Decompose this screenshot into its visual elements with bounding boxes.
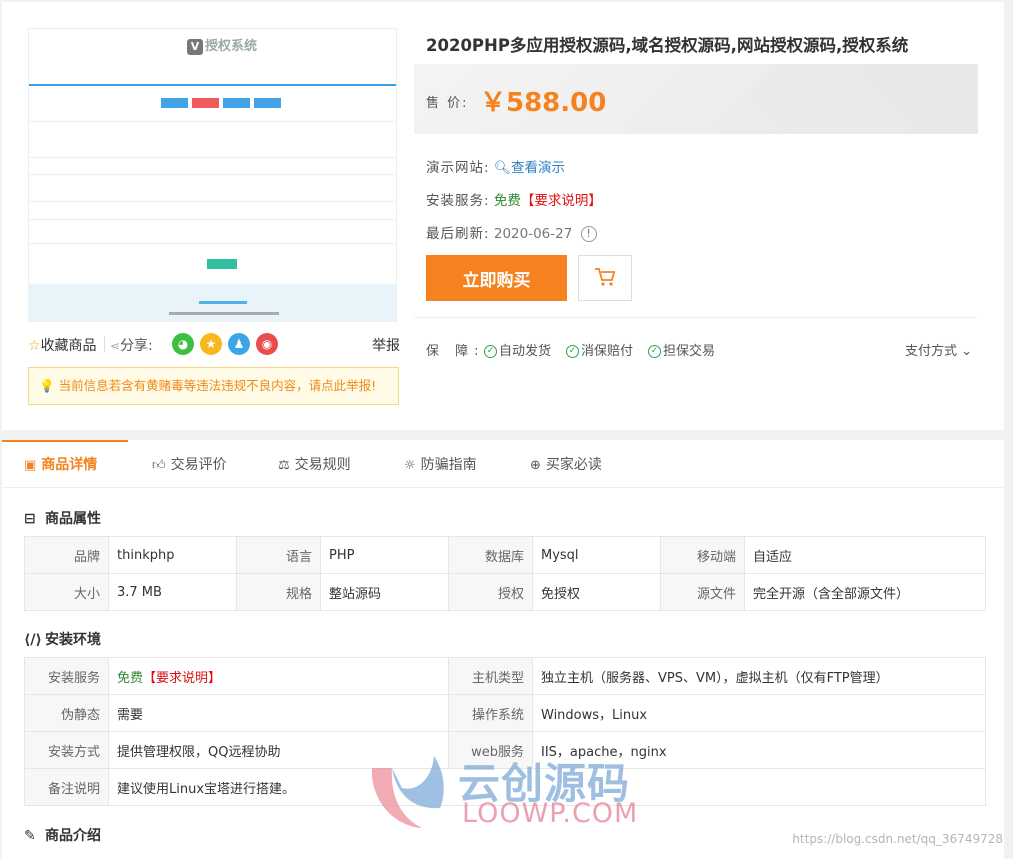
check-icon: ✓ <box>484 345 497 358</box>
table-row: 伪静态 需要 操作系统 Windows，Linux <box>24 694 986 732</box>
payment-methods-dropdown[interactable]: 支付方式 ⌄ <box>905 340 972 359</box>
install-requirements-link[interactable]: 【要求说明】 <box>143 671 221 686</box>
demo-link[interactable]: 🔍︎查看演示 <box>494 160 565 176</box>
section-attributes-title: ⊟ 商品属性 <box>24 511 101 527</box>
check-icon: ✓ <box>566 345 579 358</box>
edit-icon: ✎ <box>24 828 36 844</box>
install-requirements-link[interactable]: 【要求说明】 <box>521 193 602 209</box>
weibo-icon[interactable]: ◉ <box>256 333 278 355</box>
table-row: 备注说明 建议使用Linux宝塔进行搭建。 <box>24 768 986 806</box>
table-row: 安装服务 免费【要求说明】 主机类型 独立主机（服务器、VPS、VM），虚拟主机… <box>24 657 986 695</box>
code-icon: ⟨/⟩ <box>24 632 42 648</box>
guarantee-row: 保 障: ✓ 自动发货 ✓ 消保赔付 ✓ 担保交易 支付方式 ⌄ <box>414 317 978 375</box>
table-row: 大小 3.7 MB 规格 整站源码 授权 免授权 源文件 完全开源（含全部源文件… <box>24 573 986 611</box>
bulb-icon: ☼ <box>404 458 416 473</box>
search-list-icon: ⊟ <box>24 511 36 527</box>
bulb-icon: 💡 <box>39 378 55 393</box>
price-label: 售 价: <box>426 96 469 111</box>
cart-icon <box>595 267 616 286</box>
thumbs-up-icon: 👍︎ <box>152 458 166 473</box>
qzone-icon[interactable]: ★ <box>200 333 222 355</box>
tab-buyer-notice[interactable]: ⊕ 买家必读 <box>530 440 602 488</box>
update-row: 最后刷新: 2020-06-27 ! <box>426 222 597 242</box>
image-icon: ▣ <box>24 458 37 473</box>
install-row: 安装服务: 免费【要求说明】 <box>426 193 602 209</box>
details-card: ▣ 商品详情 👍︎ 交易评价 ⚖ 交易规则 ☼ 防骗指南 ⊕ 买家必读 ⊟ 商品属性 品牌 … <box>2 440 1004 859</box>
product-title: 2020PHP多应用授权源码,域名授权源码,网站授权源码,授权系统 <box>426 36 909 55</box>
detail-tabs: ▣ 商品详情 👍︎ 交易评价 ⚖ 交易规则 ☼ 防骗指南 ⊕ 买家必读 <box>2 440 1004 488</box>
share-icon: ⋖ <box>110 339 121 353</box>
attributes-table: 品牌 thinkphp 语言 PHP 数据库 Mysql 移动端 自适应 大小 … <box>24 536 986 611</box>
table-row: 安装方式 提供管理权限，QQ远程协助 web服务 IIS，apache，ngin… <box>24 731 986 769</box>
star-icon: ☆ <box>28 338 41 354</box>
table-row: 品牌 thinkphp 语言 PHP 数据库 Mysql 移动端 自适应 <box>24 536 986 574</box>
chevron-down-icon: ⌄ <box>956 344 972 359</box>
tab-reviews[interactable]: 👍︎ 交易评价 <box>152 440 227 488</box>
tab-product-details[interactable]: ▣ 商品详情 <box>2 440 128 488</box>
info-icon[interactable]: ! <box>580 226 597 242</box>
environment-table: 安装服务 免费【要求说明】 主机类型 独立主机（服务器、VPS、VM），虚拟主机… <box>24 657 986 806</box>
report-link[interactable]: 举报 <box>372 335 400 355</box>
guarantee-consumer-protection: ✓ 消保赔付 <box>566 340 633 359</box>
check-icon: ✓ <box>648 345 661 358</box>
preview-logo: V 授权系统 <box>187 35 257 55</box>
demo-row: 演示网站: 🔍︎查看演示 <box>426 160 565 176</box>
tab-fraud-guide[interactable]: ☼ 防骗指南 <box>404 440 477 488</box>
wechat-icon[interactable]: ◕ <box>172 333 194 355</box>
price-box: 售 价: ￥588.00 <box>414 64 978 134</box>
csdn-watermark: https://blog.csdn.net/qq_36749728 <box>792 832 1003 846</box>
tab-trade-rules[interactable]: ⚖ 交易规则 <box>278 440 351 488</box>
add-to-cart-button[interactable] <box>578 255 632 301</box>
compass-icon: ⊕ <box>530 458 541 473</box>
search-icon: 🔍︎ <box>493 160 511 176</box>
section-intro-title: ✎ 商品介绍 <box>24 828 101 844</box>
buy-now-button[interactable]: 立即购买 <box>426 255 567 301</box>
share-label: ⋖分享: <box>110 338 153 354</box>
product-preview-image[interactable]: V 授权系统 <box>28 28 397 322</box>
scale-icon: ⚖ <box>278 458 290 473</box>
share-row: ☆收藏商品 ⋖分享: ◕ ★ ♟ ◉ 举报 <box>28 333 400 357</box>
qq-icon[interactable]: ♟ <box>228 333 250 355</box>
section-environment-title: ⟨/⟩ 安装环境 <box>24 632 101 648</box>
favorite-button[interactable]: ☆收藏商品 <box>28 335 97 355</box>
guarantee-auto-delivery: ✓ 自动发货 <box>484 340 551 359</box>
guarantee-escrow: ✓ 担保交易 <box>648 340 715 359</box>
price-value: ￥588.00 <box>480 88 607 118</box>
report-notice[interactable]: 💡 当前信息若含有黄赌毒等违法违规不良内容，请点此举报! <box>28 367 399 405</box>
